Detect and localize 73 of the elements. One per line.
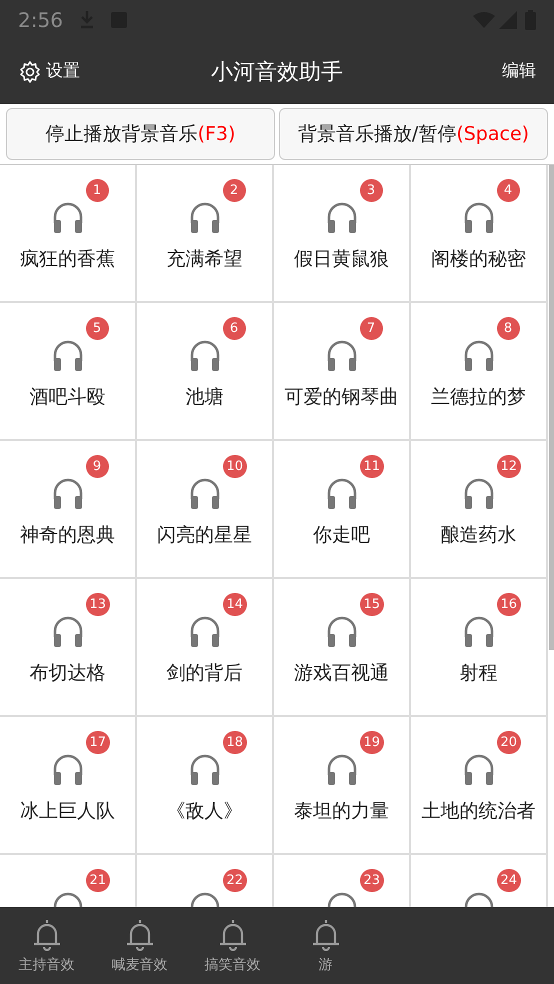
sound-name: 游戏百视通	[294, 661, 389, 686]
number-badge: 8	[496, 317, 520, 340]
app-title: 小河音效助手	[211, 58, 343, 86]
bottom-tab[interactable]: 搞笑音效	[186, 907, 279, 984]
sound-tile[interactable]: 11 你走吧	[274, 441, 411, 579]
sound-tile[interactable]: 14 剑的背后	[137, 579, 274, 717]
number-badge: 22	[222, 869, 248, 892]
sound-name: 兰德拉的梦	[431, 385, 526, 410]
sound-tile[interactable]: 2 充满希望	[137, 165, 274, 303]
sound-name: 酿造药水	[440, 523, 516, 548]
number-badge: 2	[222, 179, 246, 202]
sound-tile[interactable]: 6 池塘	[137, 303, 274, 441]
number-badge: 12	[496, 455, 522, 478]
number-badge: 13	[86, 593, 110, 616]
sound-tile[interactable]: 20 土地的统治者	[411, 717, 548, 855]
sound-tile[interactable]: 16 射程	[411, 579, 548, 717]
number-badge: 7	[360, 317, 382, 340]
number-badge: 4	[496, 179, 520, 202]
settings-link[interactable]: 设置	[46, 59, 80, 85]
sound-name: 《敌人》	[166, 799, 242, 824]
sound-name: 阁楼的秘密	[431, 247, 526, 272]
sound-name: 剑的背后	[166, 661, 242, 686]
sound-name: 布切达格	[30, 661, 106, 686]
number-badge: 6	[222, 317, 246, 340]
sound-name: 闪亮的星星	[157, 523, 252, 548]
number-badge: 18	[222, 731, 248, 754]
number-badge: 9	[86, 455, 108, 478]
number-badge: 20	[496, 731, 522, 754]
control-button[interactable]: 背景音乐播放/暂停(Space)	[279, 108, 548, 160]
bottom-tab[interactable]: 主持音效	[0, 907, 93, 984]
number-badge: 11	[360, 455, 384, 478]
settings-icon[interactable]	[18, 60, 42, 84]
sound-tile[interactable]: 1 疯狂的香蕉	[0, 165, 137, 303]
sound-name: 池塘	[186, 385, 224, 410]
sound-name: 泰坦的力量	[294, 799, 389, 824]
sound-name: 射程	[460, 661, 498, 686]
number-badge: 17	[86, 731, 110, 754]
number-badge: 15	[360, 593, 384, 616]
sound-tile[interactable]: 10 闪亮的星星	[137, 441, 274, 579]
number-badge: 24	[496, 869, 522, 892]
edit-link[interactable]: 编辑	[502, 59, 536, 85]
sound-tile[interactable]: 15 游戏百视通	[274, 579, 411, 717]
number-badge: 19	[360, 731, 384, 754]
sound-tile[interactable]: 9 神奇的恩典	[0, 441, 137, 579]
sound-name: 神奇的恩典	[20, 523, 115, 548]
sound-tile[interactable]: 19 泰坦的力量	[274, 717, 411, 855]
sound-tile[interactable]: 18 《敌人》	[137, 717, 274, 855]
sound-name: 可爱的钢琴曲	[284, 385, 398, 410]
sound-name: 你走吧	[313, 523, 370, 548]
number-badge: 10	[222, 455, 248, 478]
sound-tile[interactable]: 4 阁楼的秘密	[411, 165, 548, 303]
number-badge: 21	[86, 869, 110, 892]
bottom-tab[interactable]: 喊麦音效	[93, 907, 186, 984]
number-badge: 1	[86, 179, 108, 202]
sound-tile[interactable]: 13 布切达格	[0, 579, 137, 717]
sound-name: 假日黄鼠狼	[294, 247, 389, 272]
sound-tile[interactable]: 17 冰上巨人队	[0, 717, 137, 855]
number-badge: 14	[222, 593, 248, 616]
number-badge: 23	[360, 869, 384, 892]
control-button[interactable]: 停止播放背景音乐(F3)	[6, 108, 275, 160]
status-time: 2:56	[18, 7, 63, 34]
sound-name: 充满希望	[166, 247, 242, 272]
sound-tile[interactable]: 7 可爱的钢琴曲	[274, 303, 411, 441]
number-badge: 16	[496, 593, 522, 616]
sound-name: 冰上巨人队	[20, 799, 115, 824]
bottom-tab[interactable]: 游	[279, 907, 372, 984]
sound-name: 疯狂的香蕉	[20, 247, 115, 272]
number-badge: 5	[86, 317, 108, 340]
sound-name: 土地的统治者	[422, 799, 536, 824]
number-badge: 3	[360, 179, 382, 202]
sound-tile[interactable]: 3 假日黄鼠狼	[274, 165, 411, 303]
sound-tile[interactable]: 5 酒吧斗殴	[0, 303, 137, 441]
sound-name: 酒吧斗殴	[30, 385, 106, 410]
